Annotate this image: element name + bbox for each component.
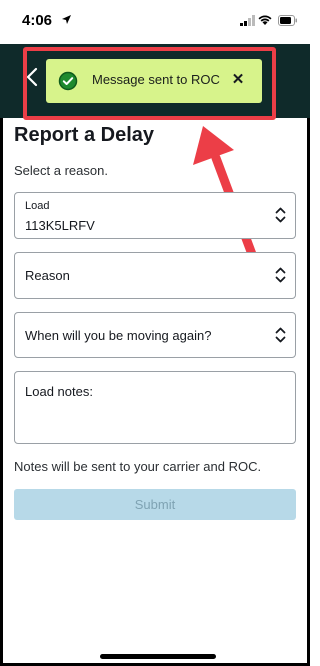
select-chevrons-icon: [275, 267, 286, 283]
select-chevrons-icon: [275, 207, 286, 223]
load-label: Load: [25, 200, 50, 212]
form-subtitle: Select a reason.: [14, 163, 108, 178]
load-notes-textarea[interactable]: Load notes:: [14, 371, 296, 444]
moving-again-select[interactable]: When will you be moving again?: [14, 312, 296, 358]
page-title: Report a Delay: [14, 124, 155, 146]
reason-label: Reason: [25, 268, 70, 283]
moving-again-label: When will you be moving again?: [25, 328, 212, 343]
submit-button[interactable]: Submit: [14, 489, 296, 520]
reason-select[interactable]: Reason: [14, 252, 296, 299]
load-select[interactable]: Load 113K5LRFV: [14, 192, 296, 239]
home-indicator: [100, 654, 216, 659]
select-chevrons-icon: [275, 327, 286, 343]
load-notes-label: Load notes:: [25, 384, 93, 399]
load-value: 113K5LRFV: [25, 218, 95, 233]
helper-text: Notes will be sent to your carrier and R…: [14, 459, 262, 474]
